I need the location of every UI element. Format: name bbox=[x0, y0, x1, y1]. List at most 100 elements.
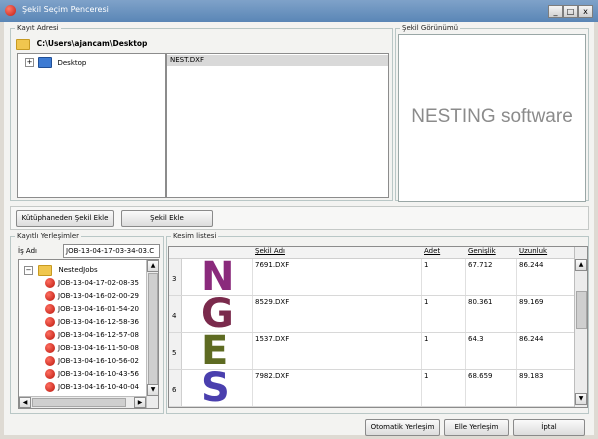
scroll-left-icon[interactable]: ◀ bbox=[19, 397, 31, 408]
col-length[interactable]: Uzunluk bbox=[519, 247, 547, 255]
jobs-horizontal-scrollbar[interactable]: ◀ ▶ bbox=[19, 396, 146, 408]
column-divider bbox=[516, 333, 517, 370]
job-item[interactable]: JOB-13-04-16-11-50-08 bbox=[45, 342, 139, 354]
cell-name: 7982.DXF bbox=[255, 372, 290, 380]
scroll-down-icon[interactable]: ▼ bbox=[147, 384, 159, 396]
row-index: 4 bbox=[172, 312, 177, 320]
col-quantity[interactable]: Adet bbox=[424, 247, 440, 255]
column-divider bbox=[252, 259, 253, 296]
file-name: NEST.DXF bbox=[170, 56, 204, 64]
maximize-button[interactable]: □ bbox=[563, 5, 578, 18]
column-divider bbox=[465, 370, 466, 407]
job-label: JOB-13-04-17-02-08-35 bbox=[58, 279, 139, 287]
folder-tree[interactable]: + Desktop bbox=[17, 53, 166, 198]
table-row[interactable]: 4 G 8529.DXF 1 80.361 89.169 bbox=[169, 291, 574, 337]
cell-length: 86.244 bbox=[519, 335, 544, 343]
job-item[interactable]: JOB-13-04-17-02-08-35 bbox=[45, 277, 139, 289]
table-scroll-thumb[interactable] bbox=[576, 291, 587, 329]
job-label: JOB-13-04-16-02-00-29 bbox=[58, 292, 139, 300]
cell-qty: 1 bbox=[424, 261, 429, 269]
collapse-icon[interactable]: − bbox=[24, 265, 33, 275]
shape-thumbnail: S bbox=[201, 365, 230, 408]
job-item[interactable]: JOB-13-04-16-10-56-02 bbox=[45, 355, 139, 367]
folder-label: NestedJobs bbox=[58, 266, 98, 274]
job-name-label: İş Adı bbox=[18, 247, 37, 255]
file-list[interactable]: NEST.DXF bbox=[166, 53, 389, 198]
column-divider bbox=[252, 333, 253, 370]
job-label: JOB-13-04-16-11-50-08 bbox=[58, 344, 139, 352]
tree-item-desktop[interactable]: + Desktop bbox=[25, 57, 86, 68]
row-divider bbox=[169, 406, 574, 407]
job-label: JOB-13-04-16-10-56-02 bbox=[58, 357, 139, 365]
scroll-thumb[interactable] bbox=[148, 273, 158, 385]
cell-name: 1537.DXF bbox=[255, 335, 290, 343]
jobs-vertical-scrollbar[interactable]: ▲ ▼ bbox=[146, 260, 159, 408]
scroll-right-icon[interactable]: ▶ bbox=[134, 397, 146, 408]
manual-layout-button[interactable]: Elle Yerleşim bbox=[444, 419, 509, 436]
tree-folder-nestedjobs[interactable]: − NestedJobs bbox=[24, 264, 98, 276]
cut-list-table[interactable]: Şekil Adı Adet Genişlik Uzunluk 3 N 7691.D… bbox=[168, 246, 588, 408]
col-shape-name[interactable]: Şekil Adı bbox=[255, 247, 285, 255]
shape-thumbnail: G bbox=[201, 291, 234, 337]
column-divider bbox=[421, 296, 422, 333]
hscroll-thumb[interactable] bbox=[32, 398, 126, 407]
job-item[interactable]: JOB-13-04-16-12-58-36 bbox=[45, 316, 139, 328]
row-index: 5 bbox=[172, 349, 177, 357]
auto-layout-button[interactable]: Otomatik Yerleşim bbox=[365, 419, 440, 436]
column-divider bbox=[516, 296, 517, 333]
shape-preview: NESTING software bbox=[398, 34, 586, 202]
cell-qty: 1 bbox=[424, 372, 429, 380]
job-label: JOB-13-04-16-10-40-04 bbox=[58, 383, 139, 391]
cell-name: 7691.DXF bbox=[255, 261, 290, 269]
table-vertical-scrollbar[interactable]: ▲ ▼ bbox=[574, 247, 587, 407]
folder-icon bbox=[16, 38, 30, 50]
job-icon bbox=[45, 291, 55, 301]
job-item[interactable]: JOB-13-04-16-12-57-08 bbox=[45, 329, 139, 341]
job-item[interactable]: JOB-13-04-16-10-43-56 bbox=[45, 368, 139, 380]
scroll-up-icon[interactable]: ▲ bbox=[147, 260, 159, 272]
job-item[interactable]: JOB-13-04-16-02-00-29 bbox=[45, 290, 139, 302]
preview-logo-text: NESTING software bbox=[411, 106, 573, 127]
app-icon bbox=[5, 5, 16, 16]
cell-width: 67.712 bbox=[468, 261, 493, 269]
job-icon bbox=[45, 278, 55, 288]
row-header[interactable]: 4 bbox=[169, 296, 182, 333]
job-item[interactable]: JOB-13-04-16-01-54-20 bbox=[45, 303, 139, 315]
shape-thumbnail: E bbox=[201, 328, 229, 374]
cell-length: 89.169 bbox=[519, 298, 544, 306]
column-divider bbox=[465, 259, 466, 296]
table-row[interactable]: 6 S 7982.DXF 1 68.659 89.183 bbox=[169, 365, 574, 408]
file-item[interactable]: NEST.DXF bbox=[167, 55, 388, 66]
job-icon bbox=[45, 330, 55, 340]
close-button[interactable]: x bbox=[578, 5, 593, 18]
job-item[interactable]: JOB-13-04-16-10-40-04 bbox=[45, 381, 139, 393]
row-header[interactable]: 6 bbox=[169, 370, 182, 407]
column-divider bbox=[421, 259, 422, 296]
add-from-library-button[interactable]: Kütüphaneden Şekil Ekle bbox=[16, 210, 114, 227]
job-label: JOB-13-04-16-10-43-56 bbox=[58, 370, 139, 378]
cancel-button[interactable]: İptal bbox=[513, 419, 585, 436]
job-icon bbox=[45, 317, 55, 327]
folder-icon bbox=[38, 264, 53, 276]
jobs-tree[interactable]: − NestedJobs JOB-13-04-17-02-08-35 JOB-13… bbox=[18, 259, 159, 409]
expand-icon[interactable]: + bbox=[25, 58, 34, 67]
saved-layouts-legend: Kayıtlı Yerleşimler bbox=[17, 232, 80, 240]
add-shape-button[interactable]: Şekil Ekle bbox=[121, 210, 213, 227]
cell-name: 8529.DXF bbox=[255, 298, 290, 306]
minimize-button[interactable]: _ bbox=[548, 5, 563, 18]
tree-item-label: Desktop bbox=[57, 58, 87, 67]
column-divider bbox=[421, 370, 422, 407]
row-index: 6 bbox=[172, 386, 177, 394]
table-scroll-down-icon[interactable]: ▼ bbox=[575, 393, 587, 405]
job-icon bbox=[45, 343, 55, 353]
cell-qty: 1 bbox=[424, 298, 429, 306]
job-name-input[interactable]: JOB-13-04-17-03-34-03.C bbox=[63, 244, 160, 258]
job-icon bbox=[45, 304, 55, 314]
col-width[interactable]: Genişlik bbox=[468, 247, 496, 255]
row-header[interactable]: 5 bbox=[169, 333, 182, 370]
column-divider bbox=[252, 296, 253, 333]
job-name-value: JOB-13-04-17-03-34-03.C bbox=[66, 247, 155, 255]
table-scroll-up-icon[interactable]: ▲ bbox=[575, 259, 587, 271]
row-header[interactable]: 3 bbox=[169, 259, 182, 296]
path-display: C:\Users\ajancam\Desktop bbox=[16, 37, 147, 51]
